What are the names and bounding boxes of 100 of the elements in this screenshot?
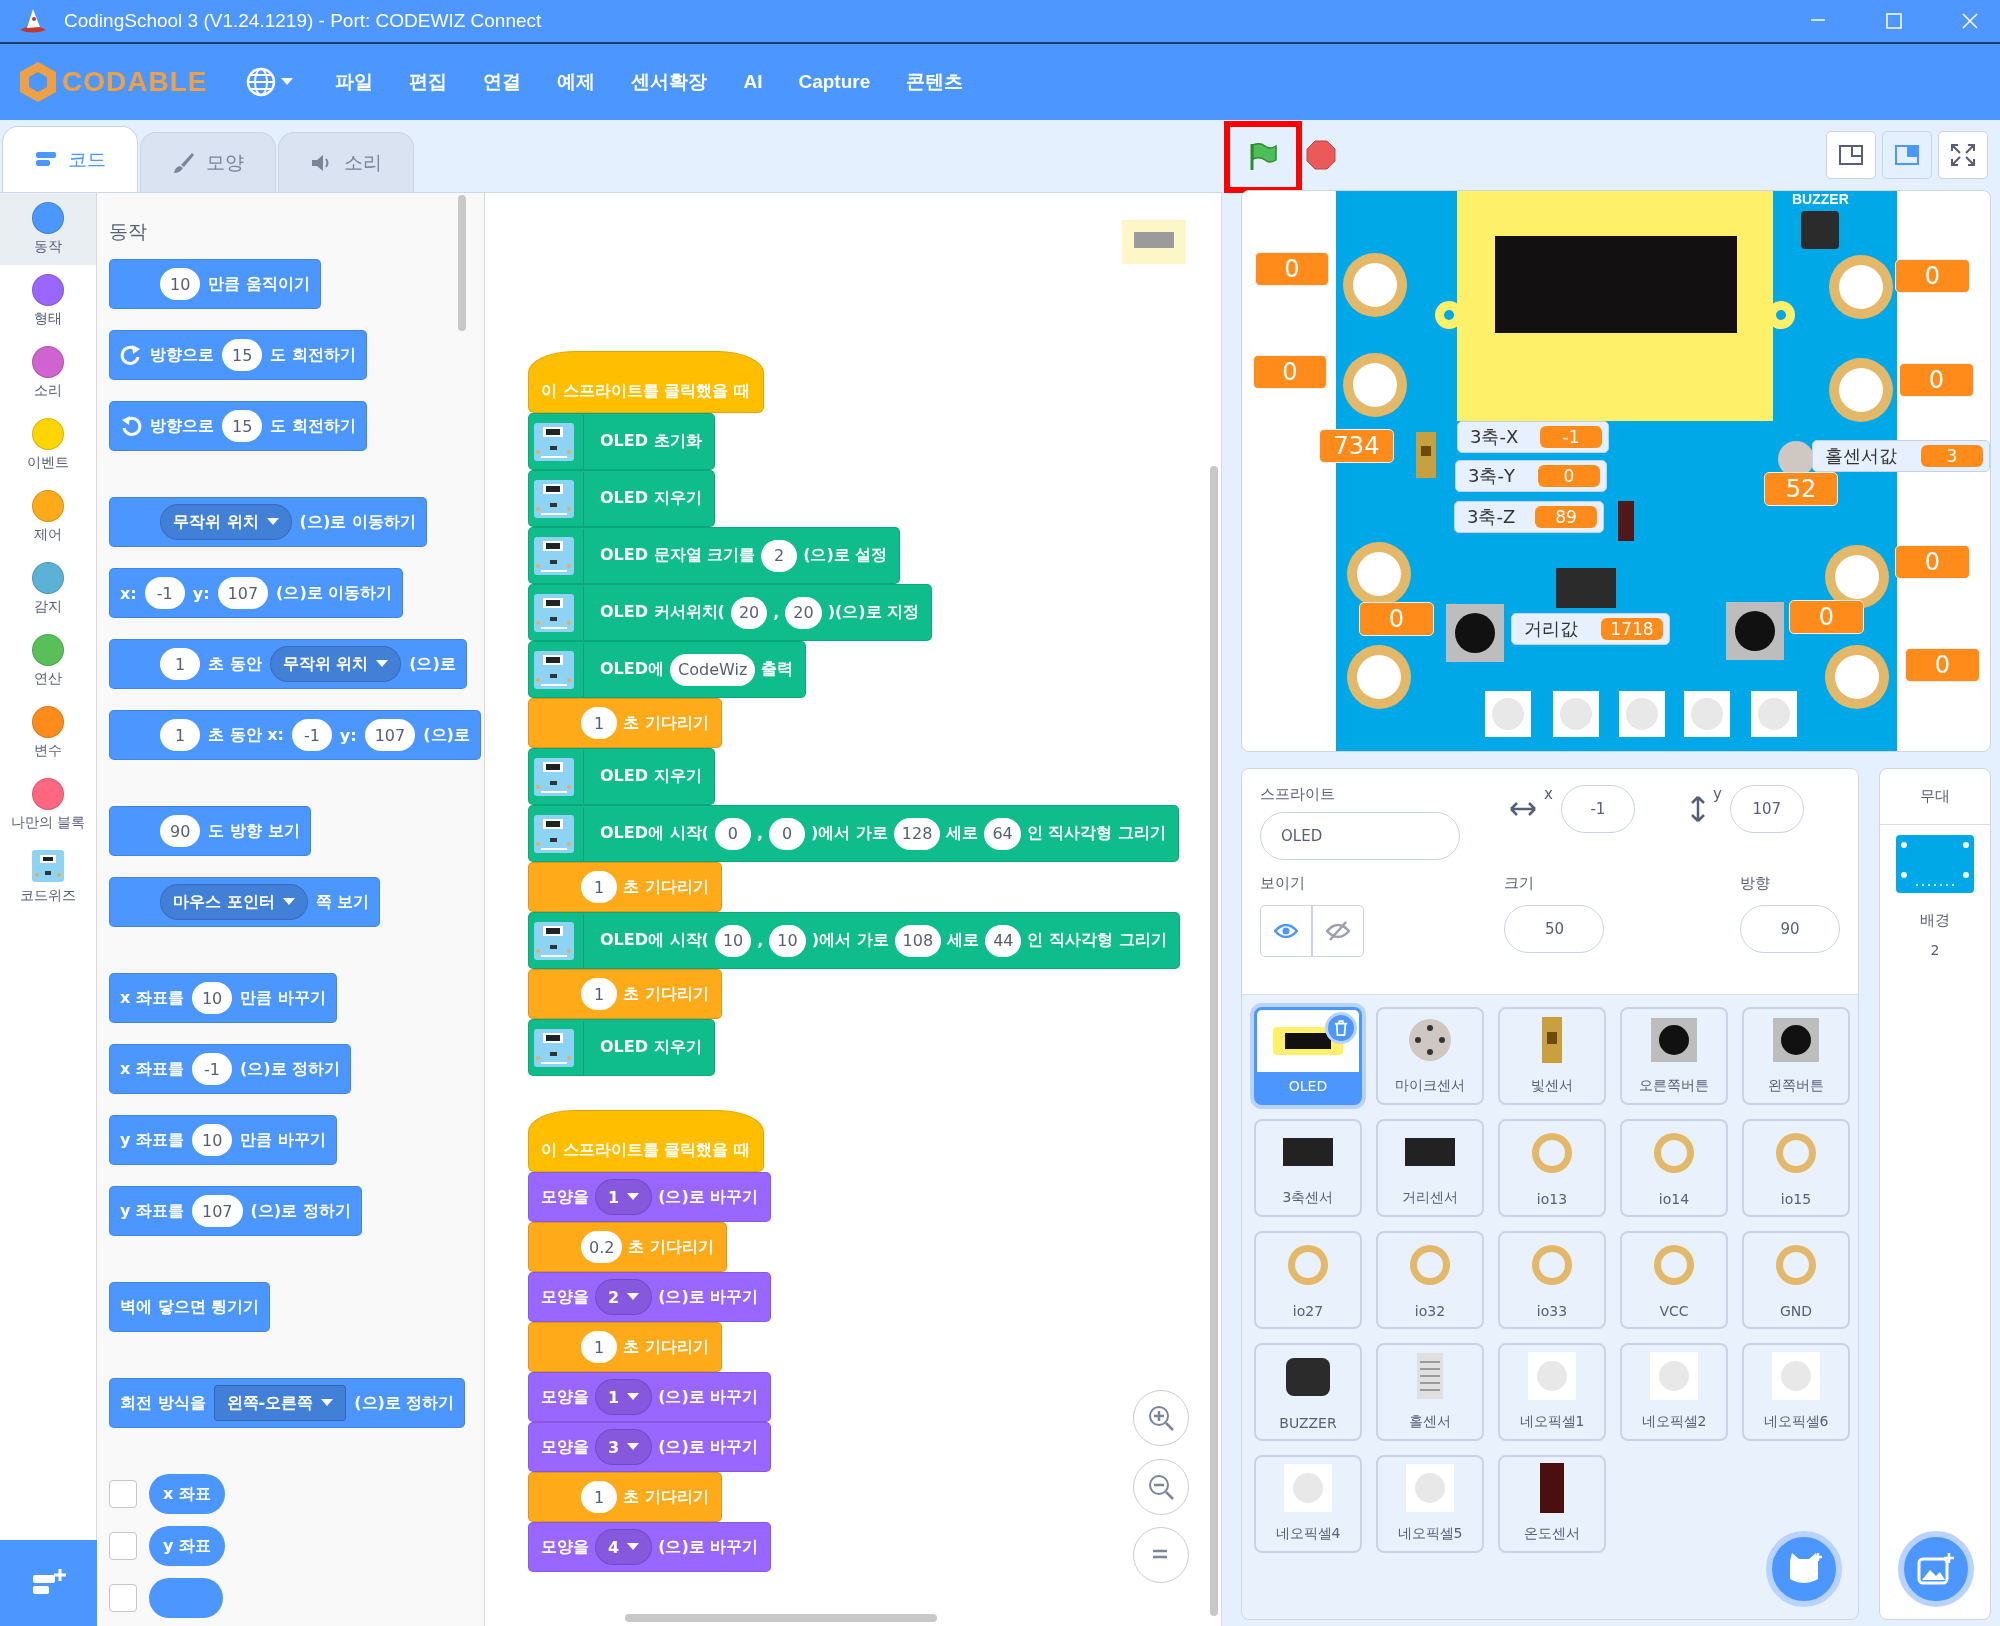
code-block[interactable]: y 좌표를 10 만큼 바꾸기 xyxy=(109,1115,337,1165)
extension-button[interactable] xyxy=(0,1540,97,1626)
value-input[interactable]: 10 xyxy=(714,924,752,957)
sprite-tile[interactable]: 왼쪽버튼 xyxy=(1742,1007,1850,1105)
dropdown[interactable]: 1 xyxy=(595,1179,653,1215)
value-input[interactable]: 107 xyxy=(217,577,269,609)
value-input[interactable]: 10 xyxy=(769,924,806,957)
sprite-tile[interactable]: GND xyxy=(1742,1231,1850,1329)
value-input[interactable]: 1 xyxy=(160,648,200,680)
zoom-in-icon[interactable] xyxy=(1146,1403,1176,1433)
coordinate-field[interactable]: -1 xyxy=(1560,785,1635,833)
scrollbar[interactable] xyxy=(625,1614,937,1622)
sprite-tile[interactable]: io33 xyxy=(1498,1231,1606,1329)
fullscreen-button[interactable] xyxy=(1938,131,1988,179)
value-input[interactable]: 128 xyxy=(893,817,941,850)
flag-button[interactable] xyxy=(1224,121,1302,193)
dropdown[interactable]: 왼쪽-오른쪽 xyxy=(213,1385,347,1421)
value-input[interactable]: CodeWiz xyxy=(670,653,756,686)
value-input[interactable]: 1 xyxy=(581,978,617,1010)
sprite-tile[interactable]: 네오픽셀5 xyxy=(1376,1455,1484,1553)
value-input[interactable]: 90 xyxy=(160,815,201,847)
value-input[interactable]: 1 xyxy=(160,719,200,751)
value-input[interactable]: 1 xyxy=(581,1331,617,1363)
value-input[interactable]: 20 xyxy=(785,596,822,629)
sprite-tile[interactable]: 온도센서 xyxy=(1498,1455,1606,1553)
sprite-tile[interactable]: 마이크센서 xyxy=(1376,1007,1484,1105)
size-field[interactable]: 50 xyxy=(1504,905,1605,953)
code-block[interactable]: OLED에 시작( 0 , 0 )에서 가로 128 세로 64 인 직사각형 그리기 xyxy=(528,805,1179,862)
value-input[interactable]: 20 xyxy=(730,596,768,629)
category-item[interactable]: 형태 xyxy=(0,265,96,337)
code-block[interactable]: 1 초 기다리기 xyxy=(528,862,722,912)
direction-field[interactable]: 90 xyxy=(1740,905,1840,953)
code-block[interactable]: y 좌표를 107 (으)로 정하기 xyxy=(109,1186,362,1236)
value-input[interactable]: 107 xyxy=(364,719,416,751)
code-block[interactable]: OLED에 시작( 10 , 10 )에서 가로 108 세로 44 인 직사각형 그리기 xyxy=(528,912,1180,969)
category-item[interactable]: 동작 xyxy=(0,193,96,265)
sprite-name-field[interactable]: OLED xyxy=(1260,812,1460,860)
code-block[interactable]: 모양을 1 (으)로 바꾸기 xyxy=(528,1372,772,1422)
dropdown[interactable]: 3 xyxy=(595,1429,653,1465)
value-input[interactable]: -1 xyxy=(291,719,332,751)
sprite-tile[interactable]: 네오픽셀6 xyxy=(1742,1343,1850,1441)
code-block[interactable]: 회전 방식을 왼쪽-오른쪽 (으)로 정하기 xyxy=(109,1378,466,1428)
code-block[interactable]: 모양을 3 (으)로 바꾸기 xyxy=(528,1422,772,1472)
value-input[interactable]: 15 xyxy=(222,339,263,371)
value-input[interactable]: 44 xyxy=(985,924,1022,957)
category-item[interactable]: 코드위즈 xyxy=(0,841,96,913)
sprite-tile[interactable]: VCC xyxy=(1620,1231,1728,1329)
value-input[interactable]: 2 xyxy=(761,539,798,572)
code-block[interactable]: OLED에 CodeWiz 출력 xyxy=(528,641,807,698)
sprite-tile[interactable]: io32 xyxy=(1376,1231,1484,1329)
value-input[interactable]: 107 xyxy=(192,1195,243,1227)
zoom-out-icon[interactable] xyxy=(1146,1472,1176,1502)
code-block[interactable]: 모양을 4 (으)로 바꾸기 xyxy=(528,1522,772,1572)
scrollbar[interactable] xyxy=(458,195,466,331)
value-input[interactable]: -1 xyxy=(144,577,185,609)
value-input[interactable]: 1 xyxy=(581,871,617,903)
code-block[interactable]: 마우스 포인터 쪽 보기 xyxy=(109,877,381,927)
dropdown[interactable]: 마우스 포인터 xyxy=(160,884,308,920)
checkbox[interactable] xyxy=(109,1532,137,1560)
sprite-tile[interactable]: 빛센서 xyxy=(1498,1007,1606,1105)
value-input[interactable]: -1 xyxy=(191,1053,232,1085)
checkbox[interactable] xyxy=(109,1584,137,1612)
code-block[interactable]: OLED 문자열 크기를 2 (으)로 설정 xyxy=(528,527,901,584)
code-block[interactable]: x: -1 y: 107 (으)로 이동하기 xyxy=(109,568,404,618)
sprite-tile[interactable]: 네오픽셀1 xyxy=(1498,1343,1606,1441)
value-input[interactable]: 1 xyxy=(581,1481,617,1513)
category-item[interactable]: 이벤트 xyxy=(0,409,96,481)
category-item[interactable]: 나만의 블록 xyxy=(0,769,96,841)
value-input[interactable]: 108 xyxy=(894,924,942,957)
value-input[interactable]: 10 xyxy=(191,982,233,1014)
category-item[interactable]: 연산 xyxy=(0,625,96,697)
code-block[interactable]: 모양을 1 (으)로 바꾸기 xyxy=(528,1172,772,1222)
code-block[interactable]: 방향으로 15 도 회전하기 xyxy=(109,330,367,380)
code-block[interactable]: 1 초 기다리기 xyxy=(528,969,722,1019)
code-block[interactable]: 1 초 동안 무작위 위치 (으)로 xyxy=(109,639,467,689)
value-input[interactable]: 10 xyxy=(160,268,201,300)
sprite-tile[interactable]: 3축센서 xyxy=(1254,1119,1362,1217)
value-input[interactable]: 0 xyxy=(714,817,751,850)
value-input[interactable]: 0 xyxy=(768,817,805,850)
sprite-tile[interactable]: io27 xyxy=(1254,1231,1362,1329)
code-block[interactable]: 0.2 초 기다리기 xyxy=(528,1222,728,1272)
checkbox[interactable] xyxy=(109,1480,137,1508)
value-input[interactable]: 64 xyxy=(984,817,1021,850)
code-block[interactable]: 1 초 기다리기 xyxy=(528,698,722,748)
dropdown[interactable]: 2 xyxy=(595,1279,653,1315)
stop-icon[interactable] xyxy=(1306,140,1336,170)
value-input[interactable]: 10 xyxy=(192,1124,233,1156)
code-block[interactable]: OLED 커서위치( 20 , 20 )(으)로 지정 xyxy=(528,584,933,641)
sprite-tile[interactable]: BUZZER xyxy=(1254,1343,1362,1441)
dropdown[interactable]: 1 xyxy=(595,1379,653,1415)
sprite-tile[interactable]: 오른쪽버튼 xyxy=(1620,1007,1728,1105)
category-item[interactable]: 감지 xyxy=(0,553,96,625)
code-block[interactable]: x 좌표를 -1 (으)로 정하기 xyxy=(109,1044,352,1094)
show-button[interactable] xyxy=(1260,905,1312,957)
sprite-tile[interactable]: io15 xyxy=(1742,1119,1850,1217)
sprite-tile[interactable]: 홀센서 xyxy=(1376,1343,1484,1441)
hide-button[interactable] xyxy=(1312,905,1364,957)
code-block[interactable]: 무작위 위치 (으)로 이동하기 xyxy=(109,497,427,547)
sprite-tile[interactable]: io13 xyxy=(1498,1119,1606,1217)
code-block[interactable]: 모양을 2 (으)로 바꾸기 xyxy=(528,1272,772,1322)
